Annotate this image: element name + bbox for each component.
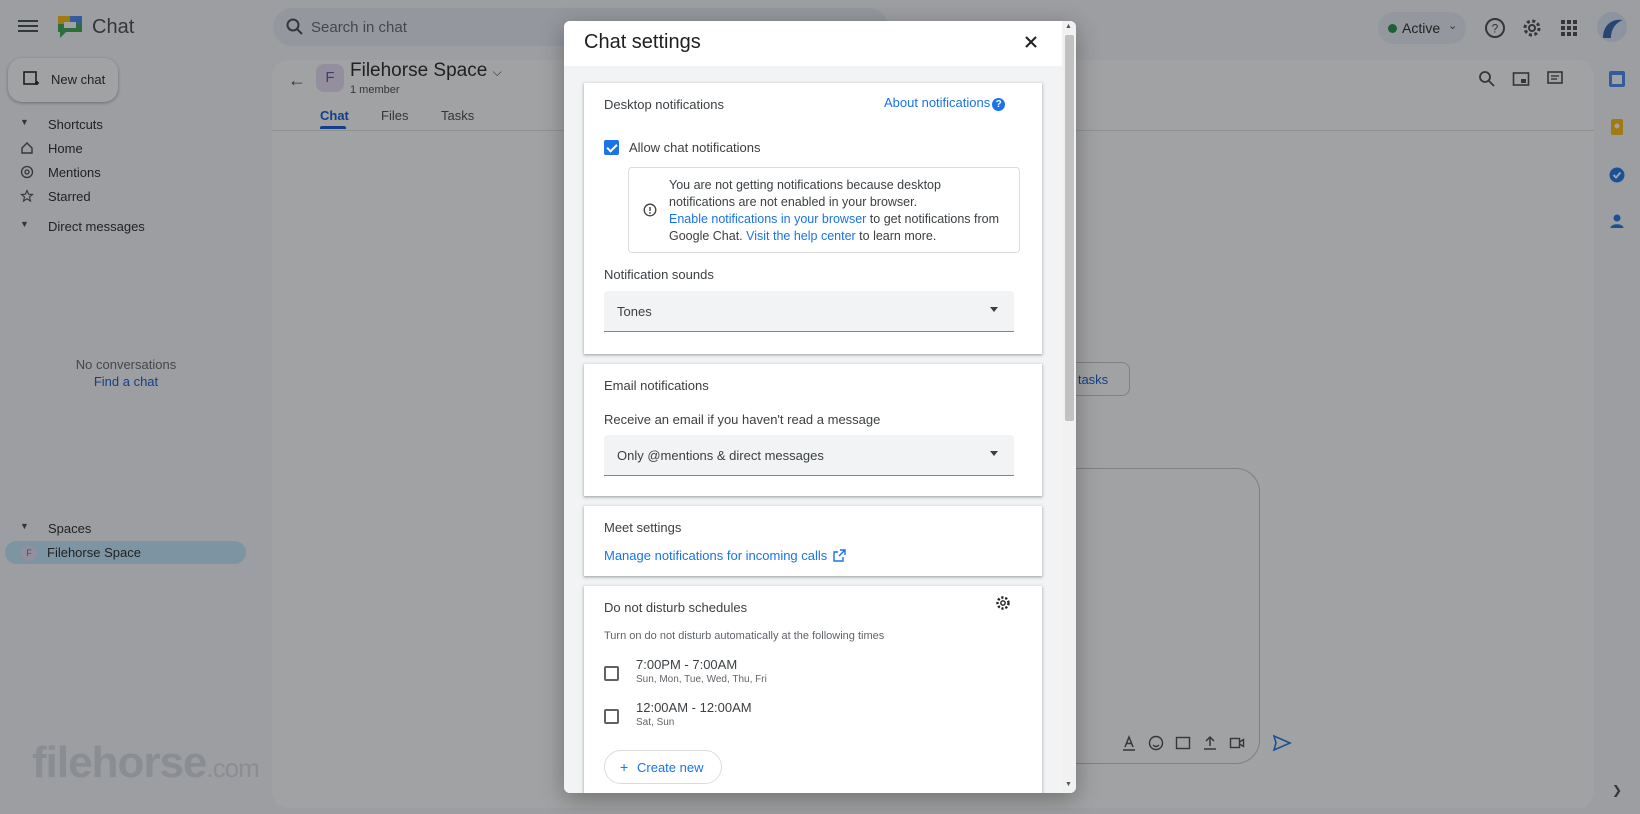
help-icon: ?	[992, 98, 1006, 111]
close-icon[interactable]	[1020, 31, 1042, 53]
dialog-title: Chat settings	[584, 31, 701, 53]
allow-notifications-label: Allow chat notifications	[629, 140, 761, 155]
dnd-schedule-time: 7:00PM - 7:00AM	[636, 657, 738, 672]
warning-end: to learn more.	[855, 229, 937, 243]
create-new-schedule-button[interactable]: + Create new	[604, 750, 722, 784]
chat-settings-dialog: Chat settings Desktop notifications Abou…	[564, 21, 1076, 793]
open-in-new-icon	[833, 549, 846, 562]
dnd-schedule-days: Sun, Mon, Tue, Wed, Thu, Fri	[636, 674, 767, 685]
dropdown-arrow-icon	[990, 307, 998, 312]
scroll-down-arrow-icon[interactable]: ▼	[1065, 781, 1072, 788]
enable-notifications-link[interactable]: Enable notifications in your browser	[669, 212, 866, 226]
email-notifications-select[interactable]: Only @mentions & direct messages	[604, 435, 1014, 476]
notification-warning-text: You are not getting notifications becaus…	[669, 177, 1009, 245]
scroll-up-arrow-icon[interactable]: ▲	[1065, 23, 1072, 30]
plus-icon: +	[620, 759, 629, 775]
warning-line: You are not getting notifications becaus…	[669, 178, 941, 209]
email-notifications-title: Email notifications	[604, 378, 709, 393]
dropdown-arrow-icon	[990, 451, 998, 456]
email-notifications-description: Receive an email if you haven't read a m…	[604, 412, 881, 427]
notification-warning-box: You are not getting notifications becaus…	[628, 167, 1020, 253]
desktop-notifications-card: Desktop notifications About notification…	[584, 83, 1042, 354]
create-new-label: Create new	[637, 760, 704, 775]
gear-icon[interactable]	[994, 594, 1012, 612]
dialog-scrollbar[interactable]: ▲ ▼	[1062, 21, 1076, 793]
dnd-title: Do not disturb schedules	[604, 600, 748, 615]
meet-settings-card: Meet settings Manage notifications for i…	[584, 506, 1042, 576]
dnd-subtitle: Turn on do not disturb automatically at …	[604, 630, 885, 642]
notification-sounds-select[interactable]: Tones	[604, 291, 1014, 332]
scrollbar-thumb[interactable]	[1065, 35, 1074, 421]
dialog-body[interactable]: Desktop notifications About notification…	[564, 66, 1062, 793]
email-notifications-value: Only @mentions & direct messages	[617, 448, 824, 463]
notification-sounds-value: Tones	[617, 304, 652, 319]
notification-sounds-label: Notification sounds	[604, 267, 714, 282]
about-notifications-label: About notifications	[884, 95, 991, 110]
dnd-schedule-days: Sat, Sun	[636, 717, 675, 728]
dnd-schedule-time: 12:00AM - 12:00AM	[636, 700, 752, 715]
allow-notifications-checkbox[interactable]	[604, 140, 619, 155]
dnd-schedule-checkbox[interactable]	[604, 666, 619, 681]
dnd-schedule-checkbox[interactable]	[604, 709, 619, 724]
email-notifications-card: Email notifications Receive an email if …	[584, 364, 1042, 496]
desktop-notifications-title: Desktop notifications	[604, 97, 724, 112]
manage-incoming-calls-link[interactable]: Manage notifications for incoming calls	[604, 548, 846, 563]
manage-incoming-calls-label: Manage notifications for incoming calls	[604, 548, 828, 563]
dialog-header: Chat settings	[564, 21, 1062, 66]
meet-settings-title: Meet settings	[604, 520, 682, 535]
help-center-link[interactable]: Visit the help center	[746, 229, 856, 243]
do-not-disturb-card: Do not disturb schedules Turn on do not …	[584, 586, 1042, 793]
about-notifications-link[interactable]: About notifications?	[884, 95, 1006, 111]
info-icon	[643, 203, 657, 217]
